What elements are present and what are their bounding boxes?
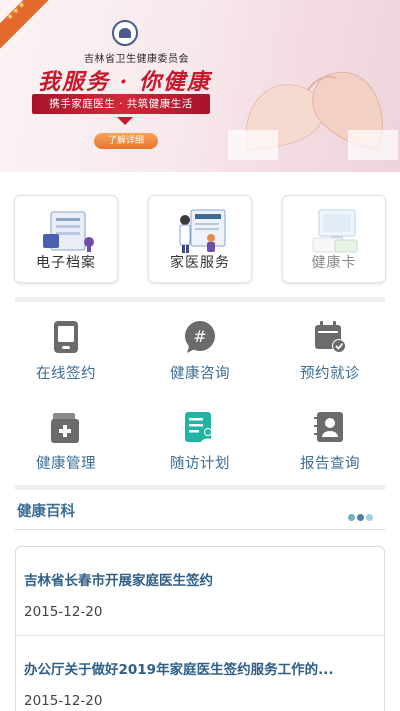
tile-e-file[interactable]: 电子档案 xyxy=(14,195,118,283)
section-title: 健康百科 xyxy=(17,504,75,520)
news-item[interactable]: 办公厅关于做好2019年家庭医生签约服务工作的... 2015-12-20 xyxy=(16,636,384,711)
tile-label: 家医服务 xyxy=(170,255,230,271)
feature-tiles: 电子档案 家医服务 健康卡 xyxy=(0,195,400,287)
news-title[interactable]: 吉林省长春市开展家庭医生签约 xyxy=(24,569,372,589)
service-label: 报告查询 xyxy=(300,456,360,472)
banner-slogan: 我服务 · 你健康 xyxy=(38,69,211,95)
tile-health-card[interactable]: 健康卡 xyxy=(282,195,386,283)
service-health-manage[interactable]: 健康管理 xyxy=(6,402,126,482)
learn-more-button[interactable]: 了解详细 xyxy=(94,133,158,149)
service-followup-plan[interactable]: 随访计划 xyxy=(140,402,260,482)
e-file-icon xyxy=(43,211,94,252)
dot xyxy=(366,514,373,521)
tile-label: 电子档案 xyxy=(36,255,96,271)
service-grid: 在线签约 # 健康咨询 预约就诊 健康管理 随访计划 报告查询 xyxy=(0,312,400,482)
chevron-down-icon xyxy=(117,117,133,125)
section-divider xyxy=(15,485,385,490)
news-date: 2015-12-20 xyxy=(24,604,103,620)
service-report-query[interactable]: 报告查询 xyxy=(270,402,390,482)
service-online-sign[interactable]: 在线签约 xyxy=(6,312,126,392)
service-label: 随访计划 xyxy=(170,456,230,472)
corner-ribbon xyxy=(0,0,55,49)
dot xyxy=(357,514,364,521)
service-label: 健康管理 xyxy=(36,456,96,472)
service-label: 健康咨询 xyxy=(170,366,230,382)
org-name: 吉林省卫生健康委员会 xyxy=(84,54,189,65)
banner-sub-slogan: 携手家庭医生 · 共筑健康生活 xyxy=(32,94,210,114)
health-card-icon xyxy=(312,209,358,253)
more-dots-icon[interactable] xyxy=(346,506,373,525)
chat-hash-icon: # xyxy=(185,321,215,353)
section-divider xyxy=(15,297,385,302)
news-section-header: 健康百科 xyxy=(15,498,385,526)
service-label: 预约就诊 xyxy=(300,366,360,382)
tile-family-doctor[interactable]: 家医服务 xyxy=(148,195,252,283)
dot xyxy=(348,514,355,521)
heart-hands-icon xyxy=(228,72,398,160)
service-appointment[interactable]: 预约就诊 xyxy=(270,312,390,392)
phone-sign-icon xyxy=(54,321,78,353)
calendar-check-icon xyxy=(315,321,346,353)
followup-plan-icon xyxy=(185,412,215,443)
svg-text:#: # xyxy=(193,327,206,346)
tile-label: 健康卡 xyxy=(311,255,357,271)
section-underline xyxy=(15,529,385,530)
news-item[interactable]: 吉林省长春市开展家庭医生签约 2015-12-20 xyxy=(16,547,384,635)
commission-emblem-icon xyxy=(112,20,138,46)
service-label: 在线签约 xyxy=(36,366,96,382)
report-user-icon xyxy=(314,412,343,442)
medical-box-icon xyxy=(51,413,79,443)
service-health-consult[interactable]: # 健康咨询 xyxy=(140,312,260,392)
news-title[interactable]: 办公厅关于做好2019年家庭医生签约服务工作的... xyxy=(24,658,372,678)
news-date: 2015-12-20 xyxy=(24,693,103,709)
family-doctor-icon xyxy=(179,209,226,253)
news-list: 吉林省长春市开展家庭医生签约 2015-12-20 办公厅关于做好2019年家庭… xyxy=(15,546,385,711)
promo-banner[interactable]: ★★★ 吉林省卫生健康委员会 我服务 · 你健康 携手家庭医生 · 共筑健康生活… xyxy=(0,0,400,172)
